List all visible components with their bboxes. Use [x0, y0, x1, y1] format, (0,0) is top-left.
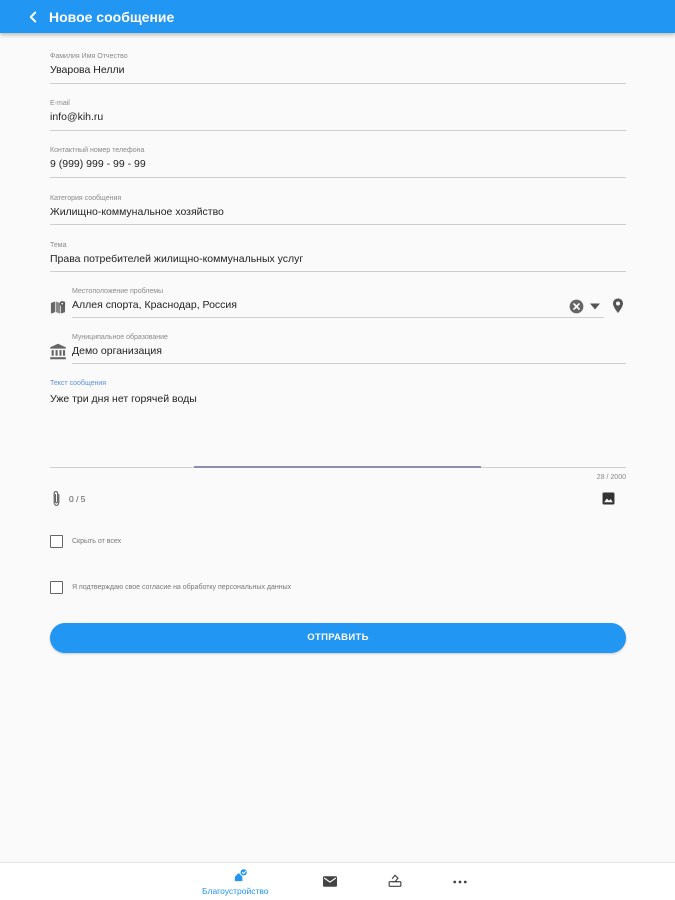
phone-value[interactable]: 9 (999) 999 - 99 - 99 — [50, 158, 146, 170]
tab-more[interactable] — [446, 863, 474, 900]
phone-label: Контактный номер телефона — [50, 147, 145, 154]
email-value[interactable]: info@kih.ru — [50, 111, 103, 123]
mail-icon — [323, 876, 337, 887]
fullname-field[interactable]: Фамилия Имя Отчество Уварова Нелли — [50, 53, 626, 84]
topic-value[interactable]: Права потребителей жилищно-коммунальных … — [50, 253, 303, 265]
message-field[interactable]: Текст сообщения Уже три дня нет горячей … — [50, 380, 626, 470]
email-field[interactable]: E-mail info@kih.ru — [50, 100, 626, 131]
image-icon[interactable] — [602, 492, 615, 505]
phone-field[interactable]: Контактный номер телефона 9 (999) 999 - … — [50, 147, 626, 178]
dropdown-arrow-icon[interactable] — [589, 302, 601, 311]
hide-checkbox[interactable] — [50, 535, 63, 548]
tab-voting[interactable] — [381, 863, 409, 900]
municipality-value[interactable]: Демо организация — [72, 345, 162, 357]
consent-checkbox-label[interactable]: Я подтверждаю свое согласие на обработку… — [72, 584, 291, 591]
category-value[interactable]: Жилищно-коммунальное хозяйство — [50, 206, 224, 218]
message-focus-underline — [194, 466, 481, 468]
consent-checkbox[interactable] — [50, 581, 63, 594]
bottom-nav: Благоустройство — [0, 862, 675, 900]
category-label: Категория сообщения — [50, 195, 122, 202]
location-field[interactable]: Местоположение проблемы Аллея спорта, Кр… — [72, 288, 604, 318]
map-icon — [50, 301, 66, 314]
tab-messages[interactable] — [316, 863, 344, 900]
topic-field[interactable]: Тема Права потребителей жилищно-коммунал… — [50, 242, 626, 272]
vote-icon — [388, 874, 402, 887]
institution-icon — [50, 343, 66, 360]
more-icon — [453, 880, 467, 884]
app-bar: Новое сообщение — [0, 0, 675, 33]
page-title: Новое сообщение — [49, 9, 175, 25]
chevron-left-icon[interactable] — [24, 8, 42, 26]
tab-improvement[interactable]: Благоустройство — [196, 863, 286, 900]
location-pin-icon[interactable] — [612, 298, 624, 314]
location-label: Местоположение проблемы — [72, 288, 164, 295]
improvement-icon — [234, 869, 247, 882]
topic-label: Тема — [50, 242, 67, 249]
tab-improvement-label: Благоустройство — [202, 886, 269, 896]
clear-icon[interactable] — [569, 299, 584, 314]
paperclip-icon[interactable] — [51, 490, 62, 507]
email-label: E-mail — [50, 100, 70, 107]
municipality-field[interactable]: Муниципальное образование Демо организац… — [72, 334, 626, 364]
hide-checkbox-label[interactable]: Скрыть от всех — [72, 538, 121, 545]
category-field[interactable]: Категория сообщения Жилищно-коммунальное… — [50, 195, 626, 225]
location-value[interactable]: Аллея спорта, Краснодар, Россия — [72, 299, 237, 311]
message-value[interactable]: Уже три дня нет горячей воды — [50, 393, 197, 405]
fullname-value[interactable]: Уварова Нелли — [50, 64, 124, 76]
message-counter: 28 / 2000 — [596, 474, 626, 481]
message-label: Текст сообщения — [50, 380, 107, 387]
municipality-label: Муниципальное образование — [72, 334, 168, 341]
fullname-label: Фамилия Имя Отчество — [50, 53, 128, 60]
attachment-count: 0 / 5 — [69, 494, 86, 504]
submit-button[interactable]: ОТПРАВИТЬ — [50, 623, 626, 653]
